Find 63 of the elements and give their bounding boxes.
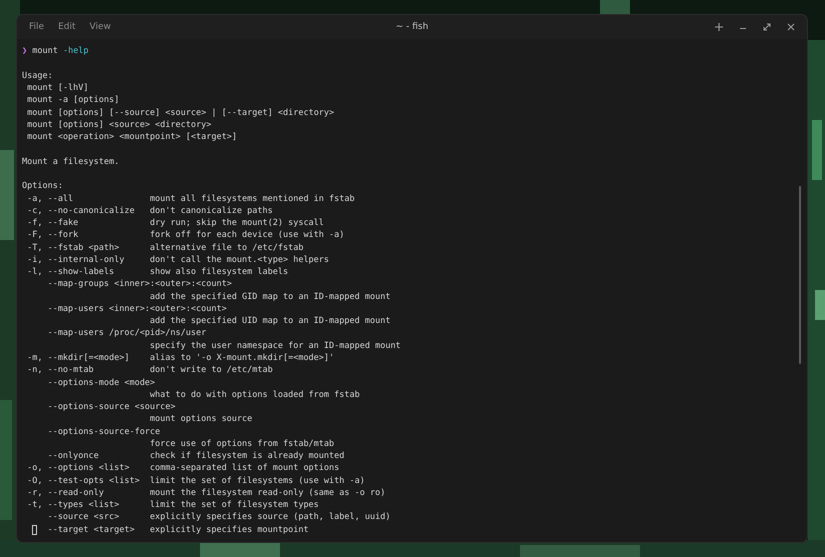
option-description: alias to '-o X-mount.mkdir[=<mode>]' — [150, 352, 334, 364]
option-name: -o, --options <list> — [26, 462, 130, 475]
option-description: add the specified GID map to an ID-mapped mount — [150, 290, 390, 303]
option-name: -F, --fork — [26, 229, 78, 242]
option-name: -c, --no-canonicalize — [26, 204, 135, 218]
option-name: --target <target> — [48, 524, 135, 536]
option-description: show also filesystem labels — [150, 266, 288, 278]
option-description: mount the filesystem read-only (same as -o ro) — [150, 486, 386, 500]
option-name: --map-groups <inner>:<outer>:<count> — [48, 278, 232, 291]
option-description: mount all filesystems mentioned in fstab — [150, 192, 355, 205]
option-name: -l, --show-labels — [26, 266, 114, 278]
option-name: -n, --no-mtab — [26, 364, 94, 377]
section-heading: Options: — [22, 180, 63, 193]
option-name: --onlyonce — [48, 450, 99, 462]
option-description: limit the set of filesystems (use with -a) — [150, 474, 365, 487]
prompt-icon: ❯ — [22, 45, 28, 58]
option-name: --options-source <source> — [48, 401, 176, 414]
option-description: mount options source — [150, 413, 252, 426]
usage-line: mount [options] <source> <directory> — [26, 118, 212, 132]
usage-line: mount [-lhV] — [26, 82, 89, 94]
option-name: --options-mode <mode> — [48, 376, 156, 389]
option-name: --map-users <inner>:<outer>:<count> — [48, 302, 227, 316]
option-name: -i, --internal-only — [26, 254, 124, 266]
option-description: comma-separated list of mount options — [150, 462, 340, 475]
maximize-icon — [763, 23, 771, 32]
option-description: force use of options from fstab/mtab — [150, 438, 334, 450]
window-title: ~ - fish — [396, 22, 428, 32]
option-description: what to do with options loaded from fstab — [150, 388, 360, 402]
close-icon — [787, 23, 795, 32]
option-description: limit the set of filesystem types — [150, 499, 319, 512]
menu-item[interactable]: Edit — [57, 20, 76, 34]
scrollbar[interactable] — [799, 186, 801, 364]
option-description: dry run; skip the mount(2) syscall — [150, 217, 324, 230]
option-description: explicitly specifies mountpoint — [150, 524, 309, 536]
option-name: --options-source-force — [48, 426, 160, 438]
option-description: explicitly specifies source (path, label, uuid) — [150, 511, 390, 524]
option-description: don't call the mount.<type> helpers — [150, 254, 330, 266]
option-name: --source <src> — [48, 511, 120, 524]
option-name: -f, --fake — [26, 217, 78, 230]
plus-icon — [715, 23, 723, 32]
option-description: add the specified UID map to an ID-mapped mount — [150, 315, 390, 328]
menu-item[interactable]: File — [28, 20, 46, 34]
option-description: specify the user namespace for an ID-mapped mount — [150, 340, 401, 352]
description-text: Mount a filesystem. — [22, 156, 120, 168]
usage-line: mount -a [options] — [26, 94, 120, 107]
section-heading: Usage: — [22, 70, 53, 82]
option-description: alternative file to /etc/fstab — [150, 242, 304, 254]
option-name: -t, --types <list> — [26, 499, 120, 512]
option-description: check if filesystem is already mounted — [150, 450, 344, 462]
option-name: --map-users /proc/<pid>/ns/user — [48, 327, 206, 340]
option-name: -O, --test-opts <list> — [26, 474, 140, 487]
option-name: -T, --fstab <path> — [26, 242, 120, 254]
option-description: don't write to /etc/mtab — [150, 364, 273, 377]
option-description: don't canonicalize paths — [150, 204, 273, 218]
menu-item[interactable]: View — [88, 20, 112, 34]
usage-line: mount <operation> <mountpoint> [<target>] — [26, 131, 237, 144]
option-name: -r, --read-only — [26, 486, 104, 500]
usage-line: mount [options] [--source] <source> | [--target] <directory> — [26, 106, 334, 119]
command-text: mount — [31, 45, 59, 58]
option-name: -a, --all — [26, 192, 74, 205]
option-name: -m, --mkdir[=<mode>] — [26, 352, 130, 364]
option-description: fork off for each device (use with -a) — [150, 229, 344, 242]
command-argument: -help — [62, 45, 89, 58]
